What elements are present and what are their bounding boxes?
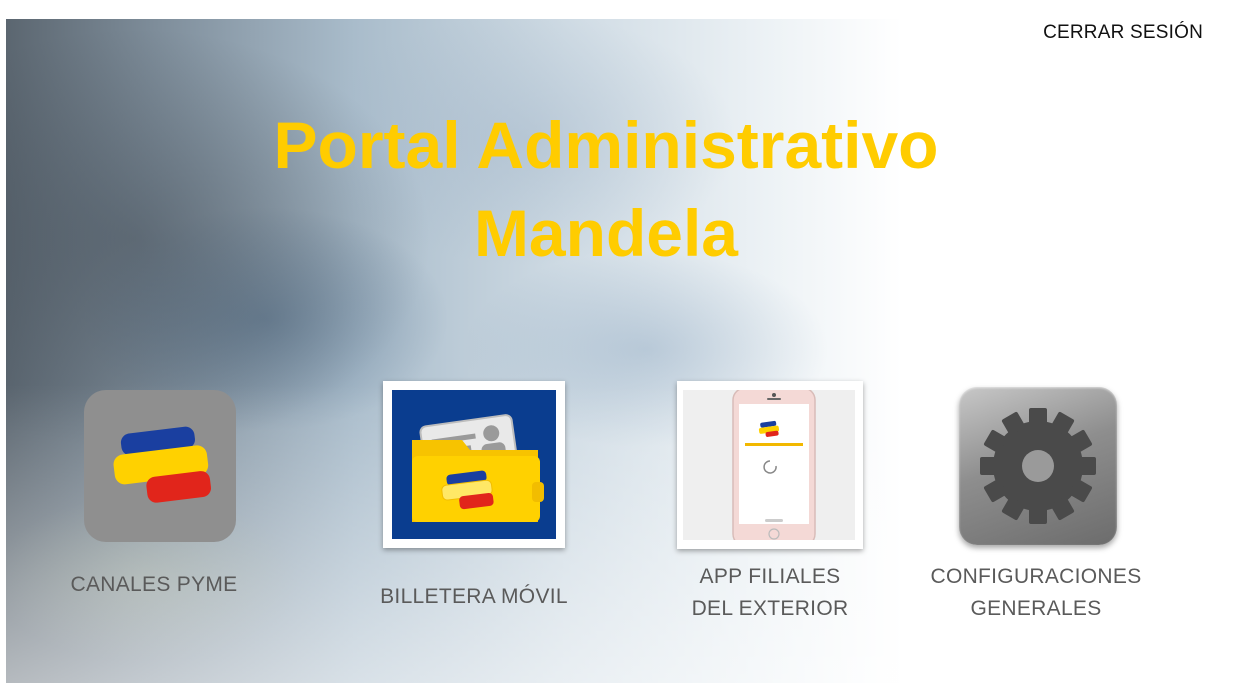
app-filiales-label[interactable]: APP FILIALES DEL EXTERIOR xyxy=(670,561,870,625)
wallet-icon-background xyxy=(392,390,556,539)
portal-stage: CERRAR SESIÓN Portal Administrativo Mand… xyxy=(6,19,1251,683)
configuraciones-tile[interactable] xyxy=(959,387,1117,545)
canales-pyme-label[interactable]: CANALES PYME xyxy=(54,569,254,601)
app-preview-background xyxy=(683,390,855,540)
wallet-folder-icon xyxy=(412,414,544,522)
logout-button[interactable]: CERRAR SESIÓN xyxy=(1043,22,1203,44)
page-title-line2: Mandela xyxy=(473,196,739,270)
bank-flag-logo-icon xyxy=(113,426,211,503)
app-filiales-tile[interactable] xyxy=(677,381,863,549)
configuraciones-label[interactable]: CONFIGURACIONES GENERALES xyxy=(921,561,1151,625)
page-title-line1: Portal Administrativo xyxy=(273,108,939,182)
page-title: Portal Administrativo Mandela xyxy=(6,101,1206,277)
gear-icon xyxy=(980,408,1096,524)
billetera-movil-label[interactable]: BILLETERA MÓVIL xyxy=(374,581,574,613)
canales-pyme-tile[interactable] xyxy=(84,390,236,542)
billetera-movil-tile[interactable] xyxy=(383,381,565,548)
phone-app-icon xyxy=(732,390,816,540)
